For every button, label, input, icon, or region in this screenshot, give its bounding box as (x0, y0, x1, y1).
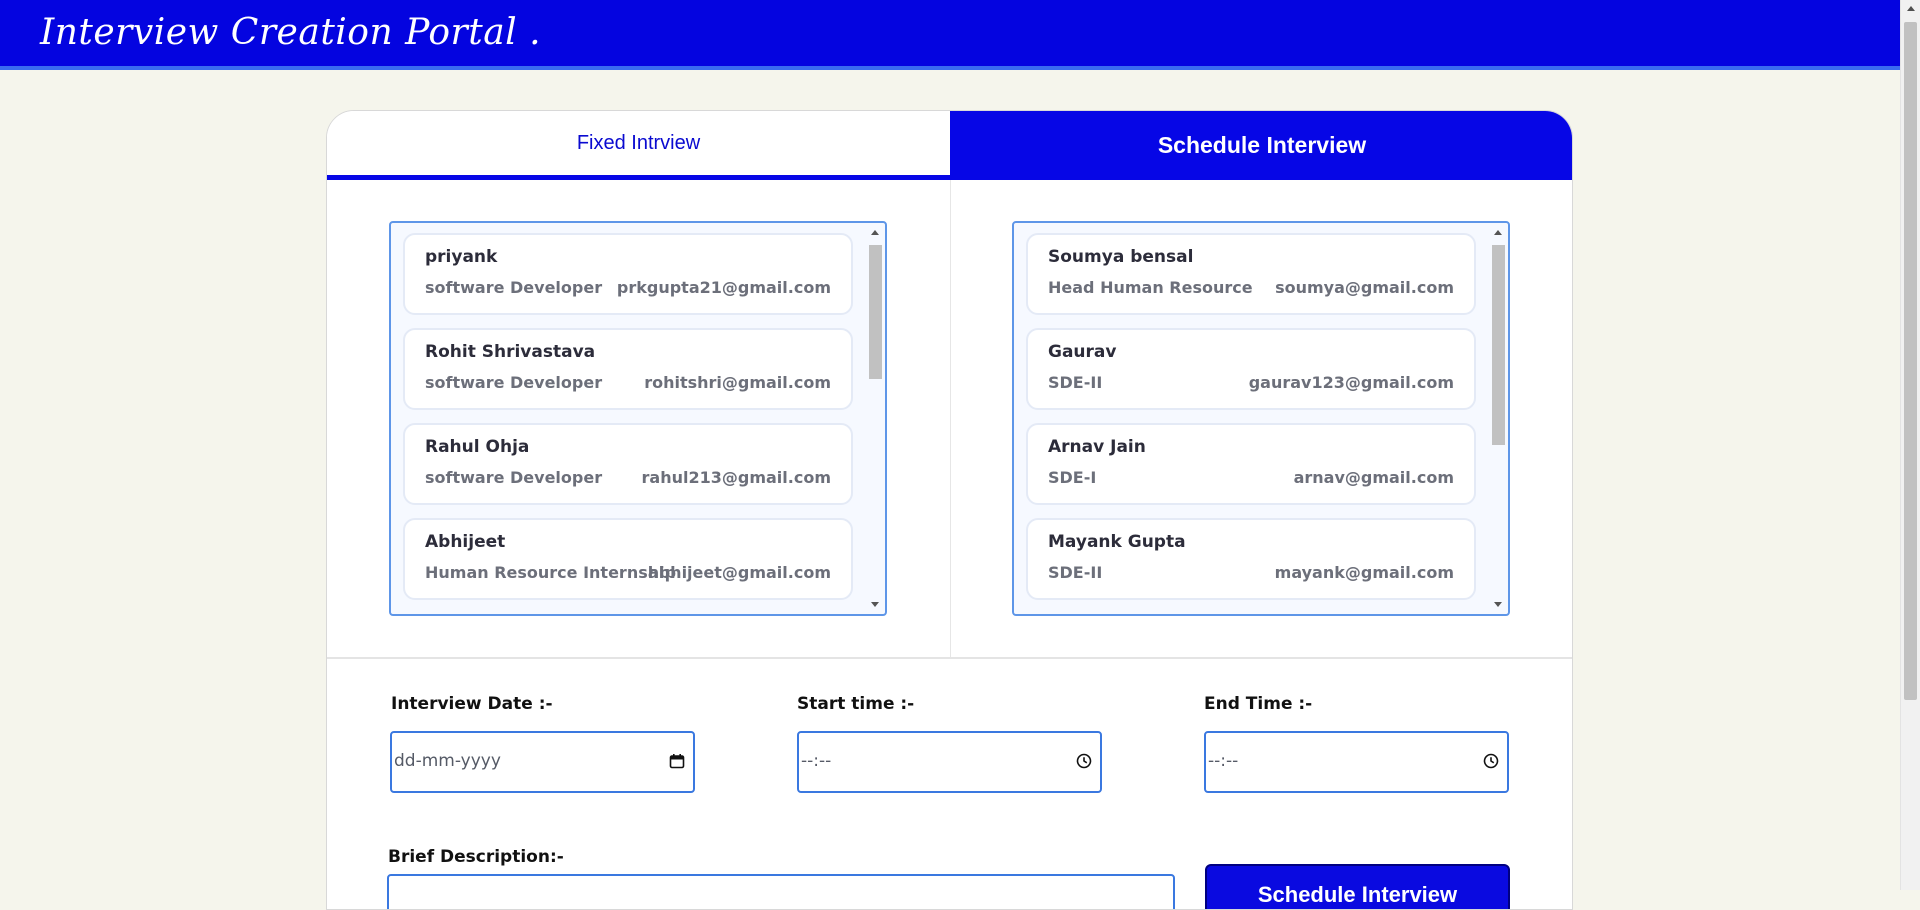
interview-date-input[interactable]: dd-mm-yyyy (390, 731, 695, 793)
candidate-name: Soumya bensal (1048, 247, 1194, 267)
list-item[interactable]: Rahul Ohja software Developer rahul213@g… (403, 423, 853, 505)
date-placeholder: dd-mm-yyyy (394, 751, 501, 771)
scroll-down-icon[interactable] (871, 602, 879, 607)
list-item[interactable]: Soumya bensal Head Human Resource soumya… (1026, 233, 1476, 315)
end-time-placeholder: --:-- (1208, 751, 1239, 771)
list-scrollbar[interactable] (867, 227, 883, 610)
candidate-email: gaurav123@gmail.com (1248, 373, 1454, 392)
candidate-name: priyank (425, 247, 498, 267)
calendar-icon[interactable] (669, 753, 685, 769)
candidate-role: Human Resource Internship (425, 563, 677, 582)
app-title: Interview Creation Portal . (40, 12, 542, 53)
list-item[interactable]: Abhijeet Human Resource Internship abhij… (403, 518, 853, 600)
list-scrollbar-thumb[interactable] (1492, 245, 1505, 445)
list-item[interactable]: priyank software Developer prkgupta21@gm… (403, 233, 853, 315)
candidate-role: software Developer (425, 278, 603, 297)
candidate-email: rohitshri@gmail.com (644, 373, 831, 392)
list-item[interactable]: Arnav Jain SDE-I arnav@gmail.com (1026, 423, 1476, 505)
candidate-email: soumya@gmail.com (1275, 278, 1454, 297)
list-scrollbar[interactable] (1490, 227, 1506, 610)
start-time-label: Start time :- (797, 694, 915, 714)
candidate-role: Head Human Resource (1048, 278, 1253, 297)
candidate-role: software Developer (425, 468, 603, 487)
scroll-up-icon[interactable] (1494, 230, 1502, 235)
end-time-label: End Time :- (1204, 694, 1313, 714)
schedule-candidates-list[interactable]: Soumya bensal Head Human Resource soumya… (1012, 221, 1510, 616)
candidate-name: Abhijeet (425, 532, 506, 552)
candidate-name: Arnav Jain (1048, 437, 1146, 457)
page-scrollbar-thumb[interactable] (1904, 22, 1917, 700)
brief-description-input[interactable] (387, 874, 1175, 909)
tab-fixed-interview[interactable]: Fixed Intrview (327, 111, 950, 180)
clock-icon[interactable] (1483, 753, 1499, 769)
clock-icon[interactable] (1076, 753, 1092, 769)
brief-description-label: Brief Description:- (388, 847, 564, 867)
page-scrollbar[interactable] (1900, 0, 1920, 890)
list-scrollbar-thumb[interactable] (869, 245, 882, 379)
fixed-candidates-list[interactable]: priyank software Developer prkgupta21@gm… (389, 221, 887, 616)
tab-schedule-interview[interactable]: Schedule Interview (950, 111, 1572, 180)
interview-date-label: Interview Date :- (391, 694, 553, 714)
candidate-role: software Developer (425, 373, 603, 392)
column-divider (950, 180, 951, 657)
candidate-email: arnav@gmail.com (1293, 468, 1454, 487)
scroll-up-icon[interactable] (871, 230, 879, 235)
start-time-placeholder: --:-- (801, 751, 832, 771)
candidate-name: Mayank Gupta (1048, 532, 1186, 552)
app-header: Interview Creation Portal . (0, 0, 1900, 70)
list-item[interactable]: Mayank Gupta SDE-II mayank@gmail.com (1026, 518, 1476, 600)
list-item[interactable]: Rohit Shrivastava software Developer roh… (403, 328, 853, 410)
candidate-name: Rahul Ohja (425, 437, 530, 457)
section-divider (327, 657, 1572, 659)
candidate-role: SDE-II (1048, 563, 1103, 582)
candidate-email: rahul213@gmail.com (641, 468, 831, 487)
scroll-down-icon[interactable] (1494, 602, 1502, 607)
candidate-role: SDE-II (1048, 373, 1103, 392)
list-item[interactable]: Gaurav SDE-II gaurav123@gmail.com (1026, 328, 1476, 410)
candidate-name: Rohit Shrivastava (425, 342, 596, 362)
interview-card: Fixed Intrview Schedule Interview priyan… (326, 110, 1573, 910)
scroll-up-icon[interactable] (1907, 6, 1915, 11)
candidate-email: mayank@gmail.com (1274, 563, 1454, 582)
candidate-name: Gaurav (1048, 342, 1117, 362)
candidate-email: prkgupta21@gmail.com (616, 278, 831, 297)
candidate-role: SDE-I (1048, 468, 1097, 487)
end-time-input[interactable]: --:-- (1204, 731, 1509, 793)
schedule-interview-button[interactable]: Schedule Interview (1205, 864, 1510, 909)
start-time-input[interactable]: --:-- (797, 731, 1102, 793)
candidate-email: abhijeet@gmail.com (647, 563, 831, 582)
